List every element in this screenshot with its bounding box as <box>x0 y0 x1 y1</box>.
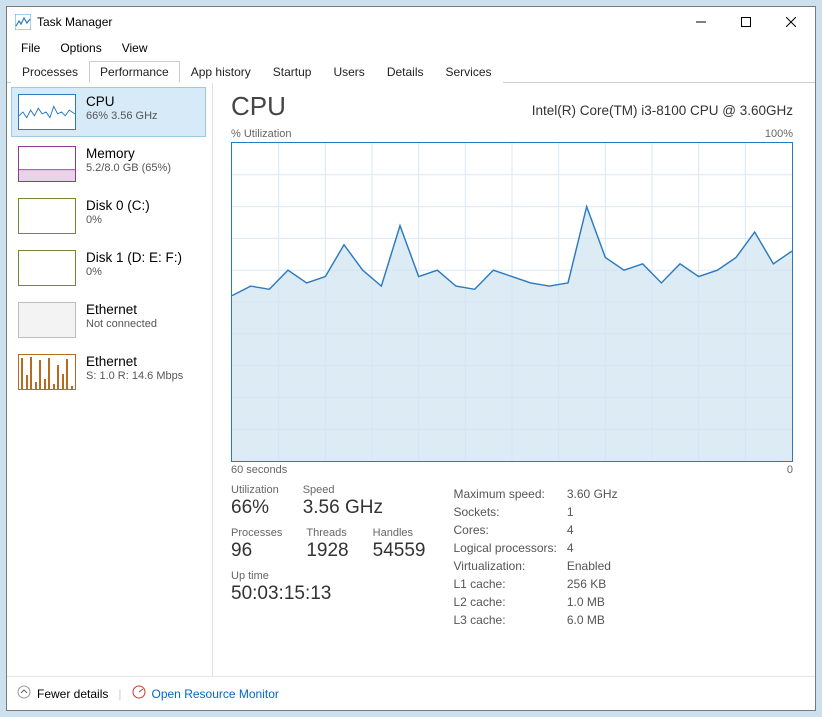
threads-label: Threads <box>306 527 348 539</box>
handles-value: 54559 <box>373 540 426 562</box>
fewer-details-link[interactable]: Fewer details <box>37 687 108 701</box>
sidebar-item-sub: Not connected <box>86 318 157 330</box>
tab-details[interactable]: Details <box>376 61 435 83</box>
handles-label: Handles <box>373 527 426 539</box>
page-title: CPU <box>231 91 286 122</box>
memory-thumb <box>18 146 76 182</box>
sidebar-item-disk1[interactable]: Disk 1 (D: E: F:) 0% <box>11 243 206 293</box>
menubar: File Options View <box>7 37 815 59</box>
sidebar-item-disk0[interactable]: Disk 0 (C:) 0% <box>11 191 206 241</box>
tab-services[interactable]: Services <box>435 61 503 83</box>
tab-app-history[interactable]: App history <box>180 61 262 83</box>
sidebar-item-ethernet-0[interactable]: Ethernet Not connected <box>11 295 206 345</box>
sidebar-item-sub: 66% 3.56 GHz <box>86 110 158 122</box>
sidebar-item-label: CPU <box>86 94 158 109</box>
utilization-value: 66% <box>231 497 279 519</box>
sidebar-item-cpu[interactable]: CPU 66% 3.56 GHz <box>11 87 206 137</box>
speed-label: Speed <box>303 484 383 496</box>
close-button[interactable] <box>768 8 813 36</box>
maximize-button[interactable] <box>723 8 768 36</box>
sidebar-item-sub: S: 1.0 R: 14.6 Mbps <box>86 370 183 382</box>
task-manager-icon <box>15 14 31 30</box>
resource-monitor-icon <box>132 685 146 702</box>
sidebar-item-sub: 5.2/8.0 GB (65%) <box>86 162 171 174</box>
task-manager-window: Task Manager File Options View Processes… <box>6 6 816 711</box>
sidebar-item-memory[interactable]: Memory 5.2/8.0 GB (65%) <box>11 139 206 189</box>
uptime-label: Up time <box>231 570 425 582</box>
sidebar-item-sub: 0% <box>86 214 150 226</box>
x-axis-right: 0 <box>787 464 793 476</box>
menu-view[interactable]: View <box>112 39 158 57</box>
cpu-model: Intel(R) Core(TM) i3-8100 CPU @ 3.60GHz <box>532 103 793 118</box>
window-title: Task Manager <box>37 15 112 29</box>
tab-startup[interactable]: Startup <box>262 61 323 83</box>
open-resource-monitor-link[interactable]: Open Resource Monitor <box>152 687 279 701</box>
content: CPU 66% 3.56 GHz Memory 5.2/8.0 GB (65%)… <box>7 83 815 676</box>
processes-value: 96 <box>231 540 282 562</box>
cpu-utilization-chart[interactable] <box>231 142 793 462</box>
x-axis-left: 60 seconds <box>231 464 287 476</box>
y-axis-label: % Utilization <box>231 128 292 140</box>
threads-value: 1928 <box>306 540 348 562</box>
tabs: Processes Performance App history Startu… <box>7 59 815 83</box>
chevron-up-icon <box>17 685 31 702</box>
tab-processes[interactable]: Processes <box>11 61 89 83</box>
cpu-properties: Maximum speed:3.60 GHz Sockets:1 Cores:4… <box>451 484 627 630</box>
speed-value: 3.56 GHz <box>303 497 383 519</box>
ethernet-thumb <box>18 302 76 338</box>
sidebar: CPU 66% 3.56 GHz Memory 5.2/8.0 GB (65%)… <box>7 83 213 676</box>
tab-users[interactable]: Users <box>322 61 375 83</box>
sidebar-item-label: Ethernet <box>86 302 157 317</box>
main-panel: CPU Intel(R) Core(TM) i3-8100 CPU @ 3.60… <box>213 83 815 676</box>
menu-options[interactable]: Options <box>50 39 111 57</box>
processes-label: Processes <box>231 527 282 539</box>
tab-performance[interactable]: Performance <box>89 61 180 83</box>
cpu-thumb <box>18 94 76 130</box>
statusbar: Fewer details | Open Resource Monitor <box>7 676 815 710</box>
disk-thumb <box>18 198 76 234</box>
disk-thumb <box>18 250 76 286</box>
titlebar: Task Manager <box>7 7 815 37</box>
sidebar-item-sub: 0% <box>86 266 182 278</box>
sidebar-item-label: Disk 0 (C:) <box>86 198 150 213</box>
utilization-label: Utilization <box>231 484 279 496</box>
uptime-value: 50:03:15:13 <box>231 583 425 605</box>
menu-file[interactable]: File <box>11 39 50 57</box>
sidebar-item-label: Ethernet <box>86 354 183 369</box>
ethernet-thumb <box>18 354 76 390</box>
sidebar-item-label: Memory <box>86 146 171 161</box>
minimize-button[interactable] <box>678 8 723 36</box>
sidebar-item-label: Disk 1 (D: E: F:) <box>86 250 182 265</box>
y-axis-max: 100% <box>765 128 793 140</box>
sidebar-item-ethernet-1[interactable]: Ethernet S: 1.0 R: 14.6 Mbps <box>11 347 206 397</box>
